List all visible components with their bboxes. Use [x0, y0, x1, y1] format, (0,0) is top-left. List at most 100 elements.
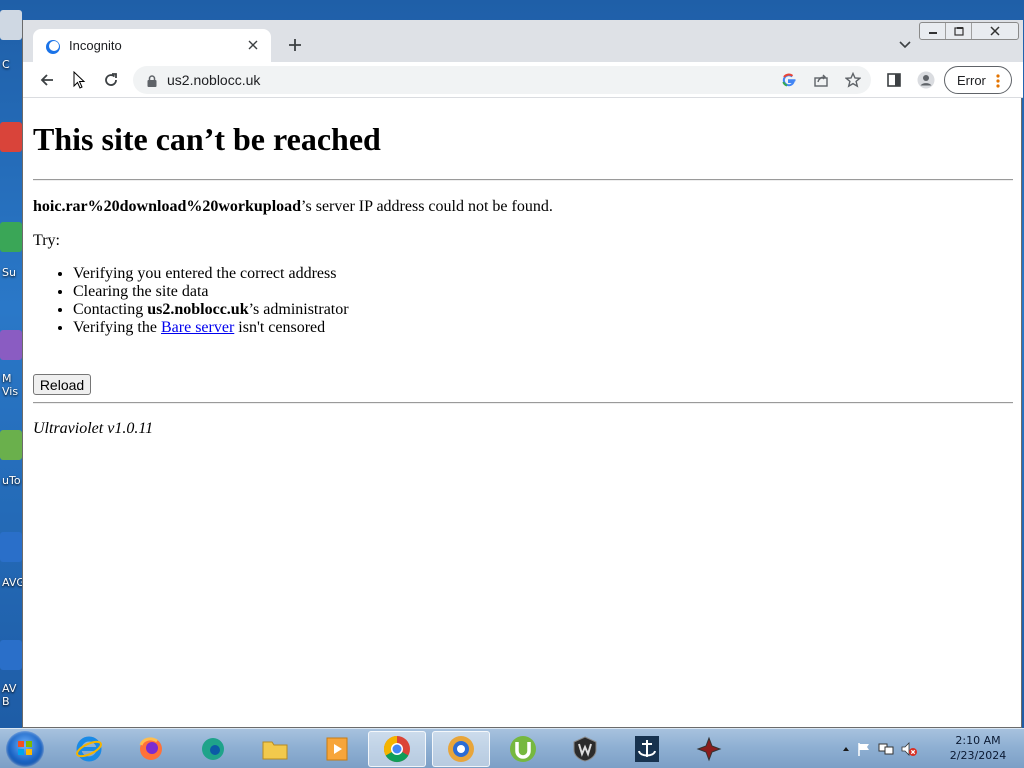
tab-search-button[interactable] — [895, 35, 915, 55]
more-vertical-icon — [996, 73, 1000, 89]
reload-nav-button[interactable] — [100, 69, 122, 91]
minimize-icon — [928, 32, 937, 34]
show-hidden-icons-icon[interactable] — [842, 745, 850, 753]
list-item-text: ’s administrator — [248, 301, 349, 318]
error-menu-button[interactable]: Error — [944, 66, 1012, 94]
network-icon[interactable] — [878, 741, 894, 757]
clock-date: 2/23/2024 — [949, 749, 1007, 762]
error-label: Error — [957, 73, 986, 88]
desktop-icon-2[interactable] — [0, 122, 24, 168]
desktop-icon-7[interactable]: AV B — [0, 640, 24, 708]
desktop-app-icon — [0, 532, 22, 562]
error-message: hoic.rar%20download%20workupload’s serve… — [33, 198, 553, 216]
start-button[interactable] — [6, 731, 44, 767]
tab-incognito[interactable]: Incognito — [33, 29, 271, 63]
windows-logo-icon — [18, 741, 32, 755]
taskbar-file-explorer[interactable] — [246, 731, 304, 767]
taskbar-utorrent[interactable] — [494, 731, 552, 767]
desktop-app-icon — [0, 430, 22, 460]
google-lens-icon[interactable] — [780, 71, 798, 89]
utorrent-icon — [510, 736, 536, 762]
new-tab-button[interactable] — [285, 35, 305, 55]
list-item-text: Verifying the — [73, 319, 161, 336]
browser-window: Incognito us2.noblocc.uk Error This site… — [22, 20, 1023, 728]
firefox-icon — [139, 737, 162, 760]
divider — [33, 179, 1013, 181]
profile-button[interactable] — [915, 69, 937, 91]
side-panel-icon — [887, 73, 901, 87]
mouse-cursor-icon — [73, 71, 86, 89]
page-title: This site can’t be reached — [33, 121, 381, 157]
restore-button[interactable] — [946, 23, 972, 39]
desktop-app-icon — [0, 122, 22, 152]
version-footer: Ultraviolet v1.0.11 — [33, 420, 154, 437]
plus-icon — [289, 39, 301, 51]
desktop-icon-6[interactable]: AVG — [0, 532, 25, 589]
share-icon[interactable] — [812, 71, 830, 89]
bookmark-star-icon[interactable] — [844, 71, 862, 89]
desktop-icon-3[interactable]: Su — [0, 222, 24, 279]
restore-icon — [953, 27, 964, 36]
avatar-icon — [917, 71, 935, 89]
internet-explorer-icon — [76, 736, 102, 762]
forward-button[interactable] — [68, 69, 90, 91]
desktop-icon-label: AV B — [2, 682, 17, 708]
desktop-app-icon — [0, 330, 22, 360]
url-text[interactable]: us2.noblocc.uk — [167, 72, 260, 88]
try-label: Try: — [33, 232, 60, 249]
desktop-icon-label: M Vis — [2, 372, 19, 398]
anchor-icon — [635, 736, 659, 762]
media-player-icon — [326, 737, 348, 761]
taskbar-game[interactable] — [680, 731, 738, 767]
error-page: This site can’t be reached hoic.rar%20do… — [23, 99, 1021, 727]
address-bar[interactable]: us2.noblocc.uk — [133, 66, 871, 94]
arrow-left-icon — [40, 74, 53, 86]
side-panel-button[interactable] — [883, 69, 905, 91]
desktop-icon-label: uTo — [2, 474, 21, 487]
desktop-app-icon — [0, 222, 22, 252]
desktop-icon-4[interactable]: M Vis — [0, 330, 24, 398]
edge-icon — [202, 738, 224, 760]
clock-time: 2:10 AM — [955, 734, 1001, 747]
desktop-icon-1[interactable]: C — [0, 10, 24, 71]
desktop-icon-label: Su — [2, 266, 16, 279]
list-item-text: Contacting — [73, 301, 148, 318]
taskbar-incognito-browser[interactable] — [432, 731, 490, 767]
lock-icon[interactable] — [145, 73, 159, 87]
taskbar-internet-explorer[interactable] — [60, 731, 118, 767]
chevron-down-icon — [899, 41, 911, 49]
failed-host: hoic.rar%20download%20workupload — [33, 198, 302, 215]
list-item: Verifying you entered the correct addres… — [73, 265, 349, 283]
taskbar-firefox[interactable] — [122, 731, 180, 767]
taskbar-edge[interactable] — [184, 731, 242, 767]
chrome-icon — [383, 735, 410, 763]
taskbar-media-player[interactable] — [308, 731, 366, 767]
list-item: Verifying the Bare server isn't censored — [73, 319, 349, 337]
incognito-favicon-icon — [45, 39, 61, 55]
incognito-browser-icon — [448, 736, 474, 762]
desktop-icon-5[interactable]: uTo — [0, 430, 24, 487]
taskbar-clock[interactable]: 2:10 AM 2/23/2024 — [936, 733, 1020, 763]
desktop-icon-label: C — [2, 58, 10, 71]
bare-server-link[interactable]: Bare server — [161, 319, 234, 336]
minimize-button[interactable] — [920, 23, 946, 39]
taskbar-world-of-warships[interactable] — [618, 731, 676, 767]
close-window-button[interactable] — [972, 23, 1018, 39]
list-item-text: isn't censored — [234, 319, 326, 336]
taskbar-chrome[interactable] — [368, 731, 426, 767]
close-icon[interactable] — [245, 37, 261, 53]
refresh-icon — [105, 73, 117, 86]
reload-button[interactable]: Reload — [33, 374, 91, 395]
window-controls — [919, 22, 1019, 40]
action-center-flag-icon[interactable] — [856, 741, 872, 757]
error-message-suffix: ’s server IP address could not be found. — [301, 198, 553, 215]
volume-muted-icon[interactable] — [900, 741, 918, 757]
close-icon — [990, 26, 1000, 36]
folder-icon — [262, 741, 288, 760]
browser-toolbar: us2.noblocc.uk Error — [23, 62, 1023, 98]
taskbar-world-of-tanks[interactable] — [556, 731, 614, 767]
back-button[interactable] — [36, 69, 58, 91]
world-of-tanks-icon — [573, 736, 597, 762]
tab-title: Incognito — [69, 38, 122, 53]
divider — [33, 402, 1013, 404]
